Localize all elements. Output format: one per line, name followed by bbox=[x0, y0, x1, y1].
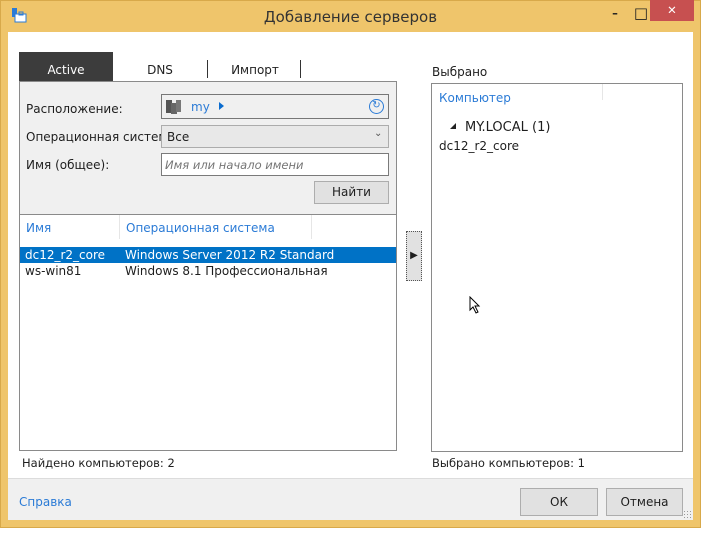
find-button[interactable]: Найти bbox=[314, 181, 389, 204]
cell-os: Windows 8.1 Профессиональная bbox=[125, 264, 328, 278]
location-value: my bbox=[191, 100, 210, 114]
help-link[interactable]: Справка bbox=[19, 495, 72, 509]
location-label: Расположение: bbox=[26, 102, 123, 116]
os-select-value: Все bbox=[167, 130, 190, 144]
found-count: Найдено компьютеров: 2 bbox=[22, 456, 175, 470]
chevron-down-icon: ⌄ bbox=[374, 128, 383, 139]
ok-button[interactable]: ОК bbox=[520, 488, 598, 516]
name-label: Имя (общее): bbox=[26, 158, 110, 172]
selected-label: Выбрано bbox=[432, 65, 488, 79]
cell-name: dc12_r2_core bbox=[25, 248, 106, 262]
name-input[interactable] bbox=[161, 153, 389, 176]
column-separator[interactable] bbox=[119, 215, 120, 239]
group-label[interactable]: MY.LOCAL (1) bbox=[465, 120, 550, 135]
refresh-icon[interactable]: ↻ bbox=[369, 99, 384, 114]
resize-grip-icon[interactable] bbox=[683, 510, 692, 519]
column-separator[interactable] bbox=[311, 215, 312, 239]
tab-import[interactable]: Импорт bbox=[215, 52, 295, 81]
window-title: Добавление серверов bbox=[263, 8, 438, 26]
tab-active-directory[interactable]: Active Directory bbox=[19, 52, 113, 113]
server-group-icon bbox=[166, 99, 182, 117]
column-separator[interactable] bbox=[602, 84, 603, 100]
collapse-triangle-icon[interactable] bbox=[450, 123, 456, 129]
os-select[interactable] bbox=[161, 125, 389, 148]
column-header-os[interactable]: Операционная система bbox=[126, 221, 275, 235]
table-row[interactable]: dc12_r2_core Windows Server 2012 R2 Stan… bbox=[20, 247, 396, 263]
expand-arrow-icon[interactable] bbox=[219, 102, 224, 110]
column-header-computer[interactable]: Компьютер bbox=[439, 91, 511, 105]
column-header-name[interactable]: Имя bbox=[26, 221, 51, 235]
tab-separator bbox=[300, 60, 301, 78]
add-selected-button[interactable]: ▶ bbox=[406, 231, 422, 281]
selected-count: Выбрано компьютеров: 1 bbox=[432, 456, 585, 470]
mouse-cursor-icon bbox=[469, 295, 481, 317]
table-row[interactable]: ws-win81 Windows 8.1 Профессиональная bbox=[20, 263, 396, 279]
close-button[interactable]: ✕ bbox=[650, 0, 694, 21]
tab-separator bbox=[207, 60, 208, 78]
cancel-button[interactable]: Отмена bbox=[606, 488, 683, 516]
os-label: Операционная система: bbox=[26, 130, 179, 144]
cell-name: ws-win81 bbox=[25, 264, 82, 278]
tab-dns[interactable]: DNS bbox=[125, 52, 195, 81]
cell-os: Windows Server 2012 R2 Standard bbox=[125, 248, 335, 262]
selected-item[interactable]: dc12_r2_core bbox=[439, 139, 519, 153]
